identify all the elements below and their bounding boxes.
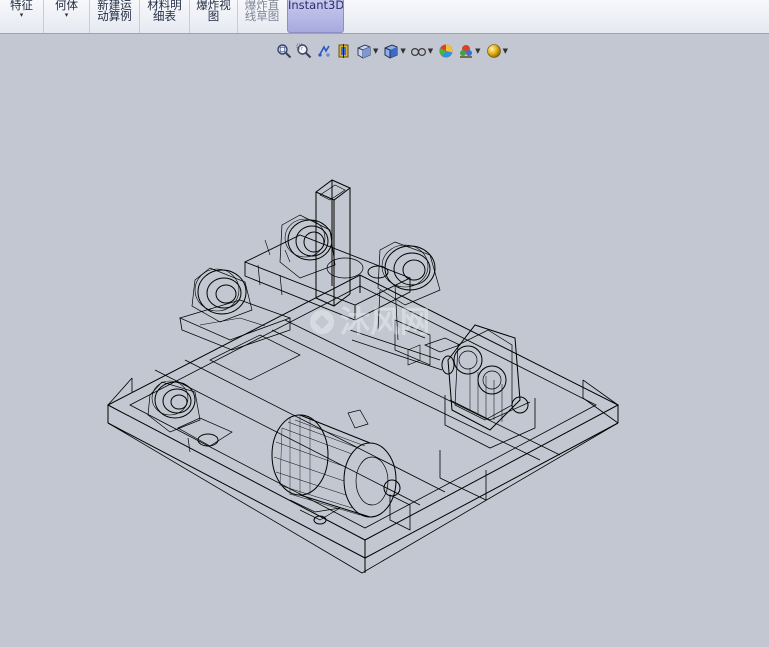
explode-line-sketch-line2: 线草图 bbox=[244, 9, 280, 23]
graphics-area[interactable]: 沐风网 bbox=[0, 34, 769, 647]
reference-geometry-button[interactable]: 何体 ▾ bbox=[44, 0, 90, 33]
exploded-view-button[interactable]: 爆炸视 图 bbox=[190, 0, 238, 33]
bearing-block-left bbox=[178, 267, 292, 351]
reference-geometry-label: 何体 bbox=[55, 0, 78, 12]
features-label: 特征 bbox=[10, 0, 33, 12]
chevron-down-icon[interactable]: ▾ bbox=[0, 11, 43, 20]
watermark: 沐风网 bbox=[310, 305, 430, 340]
instant3d-button[interactable]: Instant3D bbox=[287, 0, 344, 33]
bill-of-materials-line2: 细表 bbox=[153, 9, 176, 23]
bearing-block-lower-left bbox=[147, 380, 233, 453]
features-button[interactable]: 特征 ▾ bbox=[0, 0, 44, 33]
instant3d-label: Instant3D bbox=[288, 0, 344, 12]
assembly-wireframe bbox=[106, 179, 620, 574]
watermark-text: 沐风网 bbox=[340, 305, 430, 340]
bill-of-materials-button[interactable]: 材料明 细表 bbox=[140, 0, 190, 33]
cross-beam bbox=[154, 319, 561, 506]
base-frame-bottom bbox=[107, 422, 619, 559]
new-motion-study-button[interactable]: 新建运 动算例 bbox=[90, 0, 140, 33]
electric-motor bbox=[271, 409, 401, 525]
bearing-block-top bbox=[279, 214, 364, 279]
new-motion-study-line2: 动算例 bbox=[97, 9, 132, 23]
command-manager-ribbon: 特征 ▾ 何体 ▾ 新建运 动算例 材料明 细表 爆炸视 图 爆炸直 线草图 I… bbox=[0, 0, 769, 34]
explode-line-sketch-button[interactable]: 爆炸直 线草图 bbox=[238, 0, 286, 33]
exploded-view-line2: 图 bbox=[207, 9, 220, 23]
chevron-down-icon[interactable]: ▾ bbox=[44, 11, 89, 20]
